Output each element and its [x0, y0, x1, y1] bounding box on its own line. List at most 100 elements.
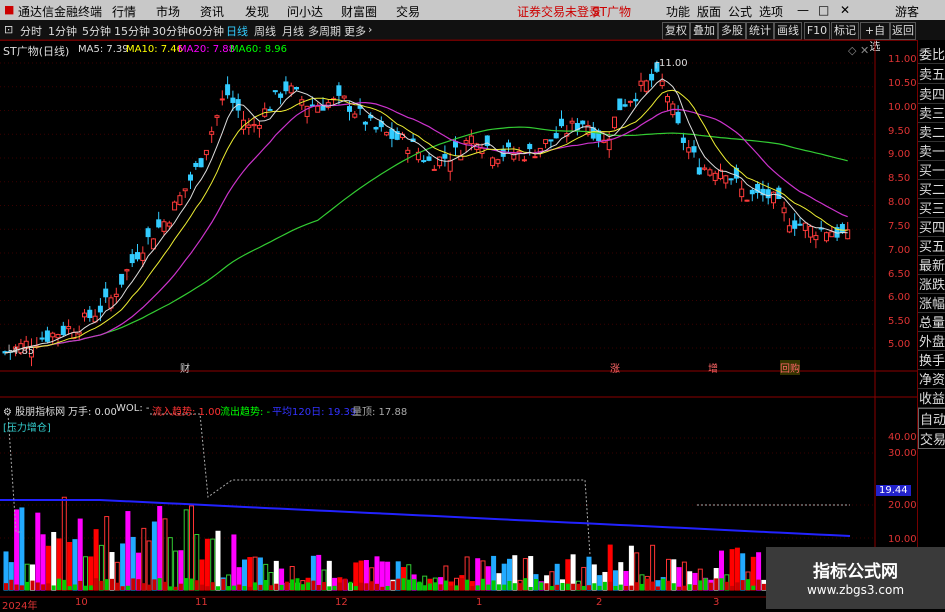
indicator-base-bar — [390, 581, 395, 590]
indicator-base-bar — [237, 584, 242, 590]
indicator-base-bar — [168, 586, 173, 590]
indicator-base-bar — [157, 578, 162, 590]
candle-body — [97, 305, 103, 313]
candle-body — [622, 104, 628, 107]
side-item[interactable]: 收益 — [918, 388, 945, 408]
indicator-base-bar — [475, 585, 480, 590]
side-item[interactable]: 买五 — [918, 236, 945, 256]
side-item[interactable]: 换手 — [918, 350, 945, 370]
outflow-label: 流出趋势: - — [220, 407, 271, 418]
candle-body — [336, 85, 342, 96]
indicator-base-bar — [375, 583, 379, 590]
candle-body — [256, 124, 262, 129]
indicator-base-bar — [51, 585, 56, 590]
indicator-base-bar — [650, 581, 655, 590]
indicator-base-bar — [385, 585, 390, 590]
side-item[interactable]: 买三 — [918, 198, 945, 218]
indicator-base-bar — [465, 579, 470, 590]
indicator-base-bar — [751, 585, 756, 590]
side-item[interactable]: 卖三 — [918, 103, 945, 123]
indicator-base-bar — [147, 584, 152, 590]
indicator-bar — [231, 534, 237, 591]
side-item[interactable]: 委比 — [918, 44, 945, 64]
indicator-base-bar — [322, 581, 326, 590]
candle-body — [294, 86, 299, 90]
quote-side-panel: 委比 卖五 卖四 卖三 卖二 卖一 买一 买二 买三 买四 买五 最新 涨跌 涨… — [917, 40, 945, 597]
indicator-base-bar — [518, 583, 523, 590]
indicator-bar — [77, 518, 83, 591]
indicator-base-bar — [740, 580, 745, 590]
side-item[interactable]: 买二 — [918, 179, 945, 199]
candle-body — [341, 95, 347, 99]
side-item[interactable]: 卖二 — [918, 122, 945, 142]
indicator-base-bar — [4, 583, 8, 590]
indicator-base-bar — [661, 578, 666, 590]
candle-body — [559, 118, 564, 127]
ma5-line — [4, 78, 848, 354]
candle-body — [824, 232, 829, 242]
indicator-base-bar — [205, 586, 210, 590]
candle-body — [315, 105, 321, 113]
indicator-bar — [204, 538, 210, 591]
indicator-base-bar — [19, 585, 24, 590]
candle-body — [172, 201, 178, 211]
indicator-base-bar — [364, 583, 369, 590]
candle-body — [680, 137, 686, 143]
indicator-name[interactable]: ⚙ 股朋指标网 — [3, 403, 65, 418]
indicator-base-bar — [46, 583, 51, 590]
side-item[interactable]: 买一 — [918, 160, 945, 180]
indicator-base-bar — [756, 579, 761, 590]
side-item[interactable]: 卖五 — [918, 64, 945, 84]
side-item[interactable]: 涨幅 — [918, 293, 945, 313]
side-item[interactable]: 卖一 — [918, 141, 945, 161]
trade-button[interactable]: 交易 — [918, 428, 945, 449]
indicator-bar — [385, 561, 391, 591]
indicator-base-bar — [380, 586, 385, 590]
candle-body — [209, 131, 215, 135]
indicator-tick: 20.00 — [888, 500, 917, 511]
candle-body — [135, 252, 140, 260]
side-item[interactable]: 总量 — [918, 312, 945, 332]
auto-button[interactable]: 自动 — [918, 408, 945, 429]
event-marker[interactable]: 涨 — [610, 360, 620, 375]
candle-body — [532, 156, 538, 159]
side-item[interactable]: 买四 — [918, 217, 945, 237]
candle-body — [66, 326, 72, 330]
indicator-base-bar — [512, 583, 517, 590]
indicator-bar — [189, 505, 194, 591]
side-item[interactable]: 卖四 — [918, 84, 945, 104]
indicator-bar — [40, 534, 46, 591]
candle-body — [696, 167, 702, 175]
candle-body — [521, 159, 527, 162]
candle-body — [140, 252, 146, 261]
side-item[interactable]: 最新 — [918, 255, 945, 275]
indicator-base-bar — [406, 579, 411, 590]
side-item[interactable]: 外盘 — [918, 331, 945, 351]
side-item[interactable]: 涨跌 — [918, 274, 945, 294]
candle-body — [829, 231, 835, 238]
indicator-base-bar — [332, 585, 337, 590]
candle-body — [129, 254, 135, 264]
event-marker[interactable]: 财 — [180, 360, 190, 375]
kline-chart[interactable] — [0, 0, 945, 609]
watermark-url: www.zbgs3.com — [806, 583, 905, 597]
candle-body — [283, 81, 289, 92]
indicator-base-bar — [438, 584, 443, 590]
side-item[interactable]: 净资 — [918, 369, 945, 389]
indicator-base-bar — [592, 583, 597, 590]
indicator-bar — [67, 541, 73, 591]
candle-body — [543, 139, 549, 144]
candle-body — [39, 337, 45, 340]
event-marker[interactable]: 回购 — [780, 360, 800, 375]
indicator-base-bar — [507, 580, 512, 590]
indicator-base-bar — [57, 578, 61, 590]
indicator-base-bar — [496, 584, 501, 590]
indicator-base-bar — [25, 581, 30, 590]
indicator-base-bar — [221, 578, 226, 590]
date-tick: 3 — [713, 597, 720, 608]
indicator-bar — [51, 531, 57, 591]
candle-body — [495, 159, 501, 164]
indicator-base-bar — [714, 578, 719, 590]
event-marker[interactable]: 增 — [708, 360, 718, 375]
candle-body — [405, 149, 411, 154]
